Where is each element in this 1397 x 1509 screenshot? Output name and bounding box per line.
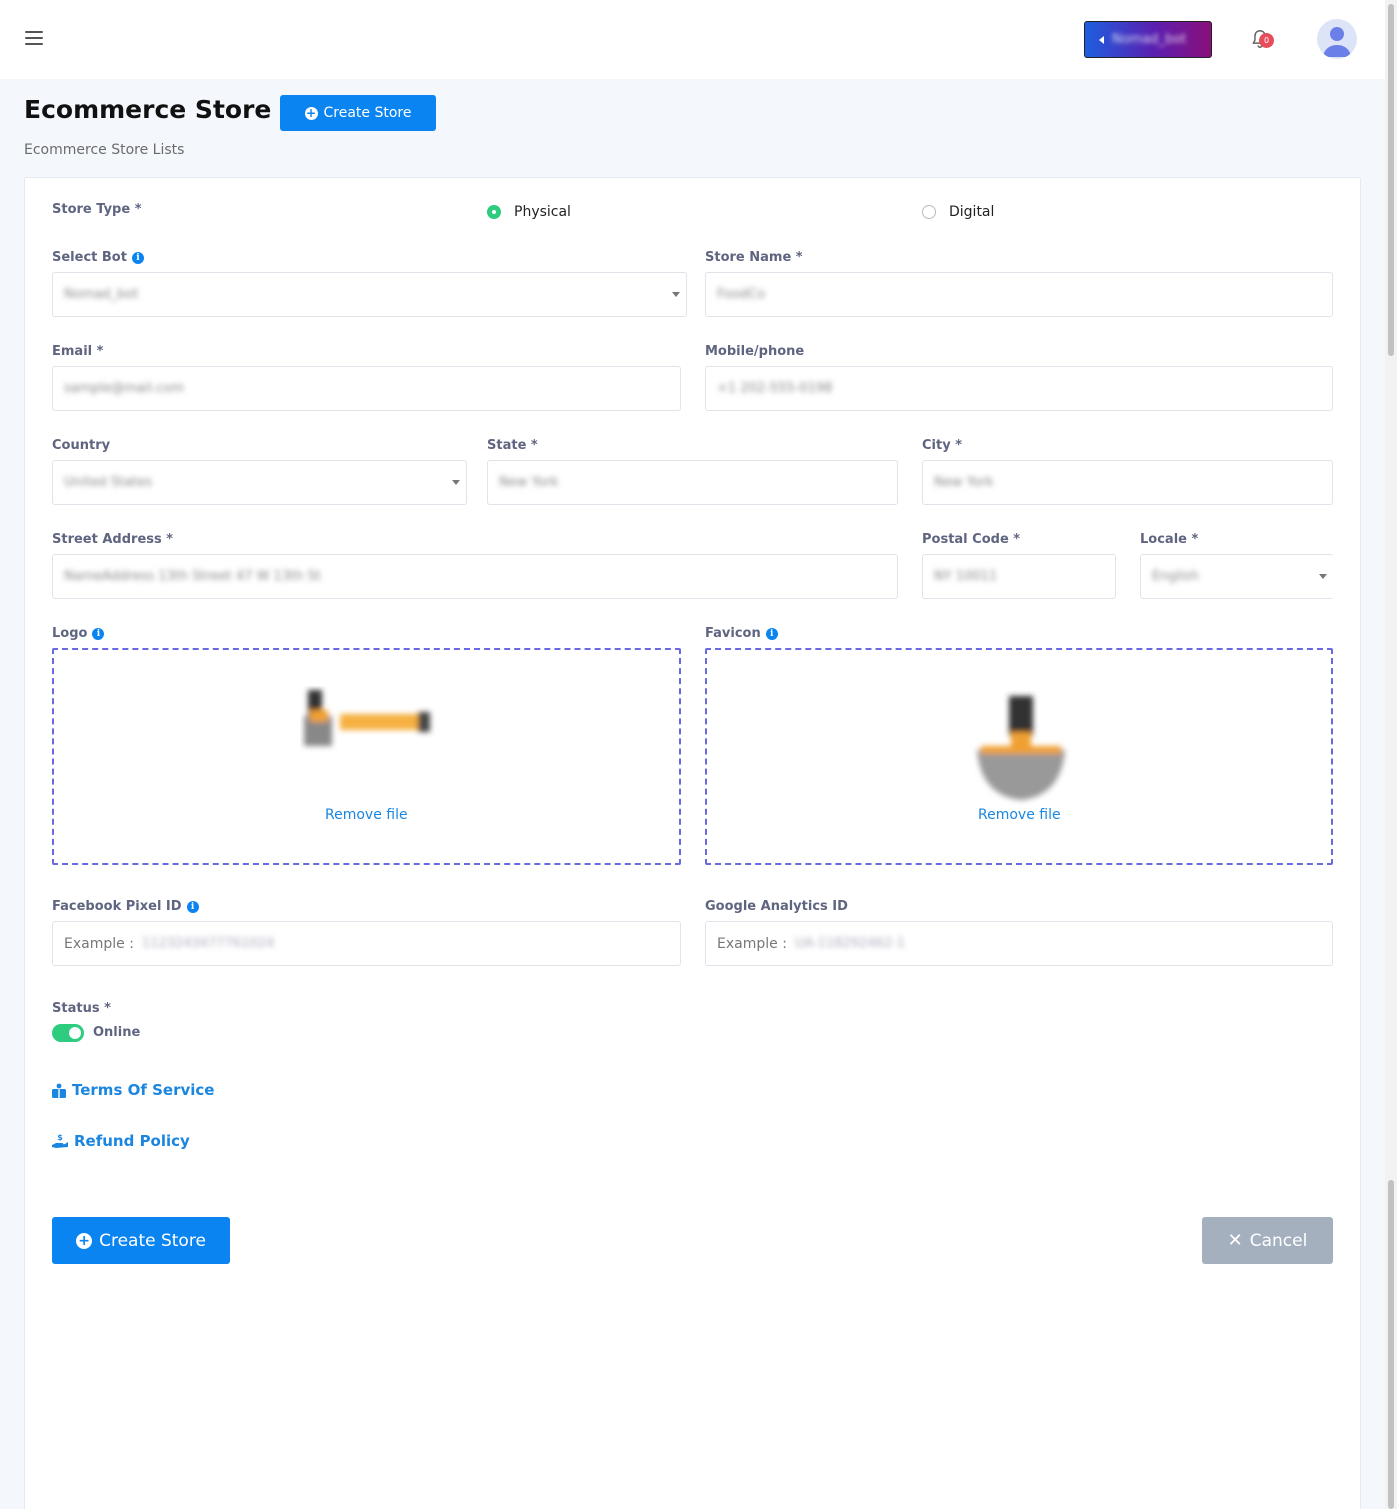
notification-badge: 0 — [1259, 33, 1274, 48]
svg-text:$: $ — [57, 1133, 63, 1142]
create-store-submit-button[interactable]: + Create Store — [52, 1217, 230, 1264]
scrollbar-thumb[interactable] — [1388, 4, 1394, 356]
store-name-input[interactable]: FoodCo — [705, 272, 1333, 317]
logo-dropzone[interactable] — [52, 648, 681, 865]
email-input[interactable]: sample@mail.com — [52, 366, 681, 411]
user-icon — [1323, 27, 1351, 57]
status-label: Status * — [52, 1001, 111, 1016]
top-navbar: Nomad_bot 0 — [0, 0, 1385, 79]
radio-checked-icon — [487, 205, 501, 219]
create-store-header-button[interactable]: + Create Store — [280, 95, 436, 131]
locale-label: Locale * — [1140, 532, 1199, 547]
info-icon[interactable]: i — [765, 627, 778, 640]
logo-preview-image — [304, 690, 430, 746]
country-dropdown[interactable]: United States — [52, 460, 467, 505]
radio-physical[interactable]: Physical — [487, 204, 571, 220]
info-icon[interactable]: i — [131, 251, 144, 264]
google-analytics-label: Google Analytics ID — [705, 899, 848, 914]
favicon-remove-file-link[interactable]: Remove file — [978, 807, 1061, 823]
store-name-label: Store Name * — [705, 250, 803, 265]
info-icon[interactable]: i — [92, 627, 105, 640]
refund-policy-link[interactable]: $ Refund Policy — [52, 1132, 190, 1150]
favicon-label: Favicon i — [705, 626, 778, 641]
status-value: Online — [93, 1025, 141, 1040]
terms-of-service-link[interactable]: Terms Of Service — [52, 1081, 214, 1099]
menu-toggle-icon[interactable] — [25, 31, 43, 47]
page-subtitle: Ecommerce Store Lists — [24, 142, 185, 158]
page-title: Ecommerce Store — [24, 95, 272, 124]
cancel-button[interactable]: ✕ Cancel — [1202, 1217, 1333, 1264]
logo-remove-file-link[interactable]: Remove file — [325, 807, 408, 823]
state-label: State * — [487, 438, 538, 453]
locale-dropdown[interactable]: English — [1140, 554, 1333, 599]
facebook-pixel-input[interactable]: Example : 1123243477761024 — [52, 921, 681, 966]
store-type-label: Store Type * — [52, 202, 142, 217]
postal-input[interactable]: NY 10011 — [922, 554, 1116, 599]
select-bot-dropdown[interactable]: Nomad_bot — [52, 272, 687, 317]
caret-left-icon — [1099, 35, 1104, 44]
favicon-preview-image — [977, 696, 1065, 800]
user-avatar[interactable] — [1317, 19, 1357, 59]
close-icon: ✕ — [1227, 1230, 1243, 1251]
state-input[interactable]: New York — [487, 460, 898, 505]
info-icon[interactable]: i — [186, 900, 199, 913]
mobile-input[interactable]: +1 202-555-0198 — [705, 366, 1333, 411]
country-label: Country — [52, 438, 111, 453]
dropdown-caret-icon — [672, 292, 680, 297]
plus-circle-icon: + — [76, 1232, 93, 1249]
street-input[interactable]: NameAddress 13th Street 47 W 13th St — [52, 554, 898, 599]
logo-label: Logo i — [52, 626, 105, 641]
email-label: Email * — [52, 344, 104, 359]
radio-unchecked-icon — [922, 205, 936, 219]
city-label: City * — [922, 438, 963, 453]
select-bot-label: Select Bot i — [52, 250, 144, 265]
facebook-pixel-label: Facebook Pixel ID i — [52, 899, 199, 914]
dropdown-caret-icon — [452, 480, 460, 485]
postal-label: Postal Code * — [922, 532, 1021, 547]
favicon-dropzone[interactable] — [705, 648, 1333, 865]
plus-circle-icon: + — [304, 105, 318, 120]
bot-switch-button[interactable]: Nomad_bot — [1084, 21, 1212, 58]
google-analytics-input[interactable]: Example : UA-118292462-1 — [705, 921, 1333, 966]
people-icon — [52, 1083, 66, 1098]
status-toggle[interactable] — [52, 1024, 84, 1042]
street-label: Street Address * — [52, 532, 174, 547]
dropdown-caret-icon — [1319, 574, 1327, 579]
city-input[interactable]: New York — [922, 460, 1333, 505]
radio-digital[interactable]: Digital — [922, 204, 994, 220]
mobile-label: Mobile/phone — [705, 344, 805, 359]
scrollbar-thumb-secondary[interactable] — [1388, 1180, 1394, 1509]
hand-holding-dollar-icon: $ — [52, 1133, 68, 1148]
